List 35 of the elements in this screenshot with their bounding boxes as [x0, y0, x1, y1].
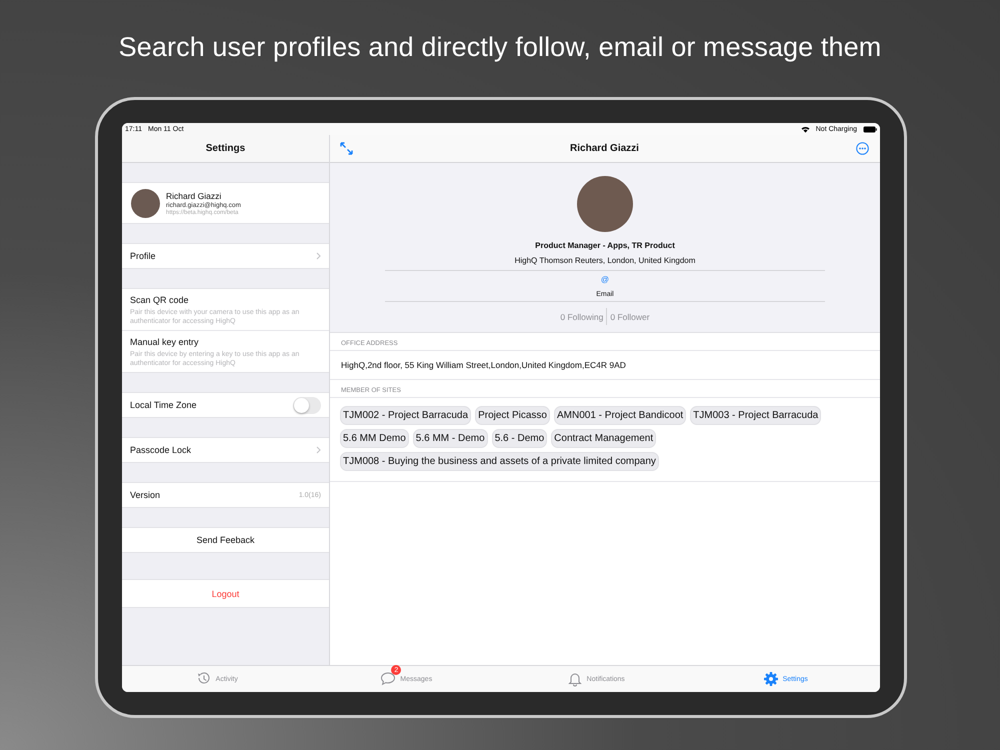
site-tag[interactable]: 5.6 MM Demo — [340, 429, 409, 448]
site-tag[interactable]: Contract Management — [551, 429, 656, 448]
chevron-right-icon — [316, 252, 321, 260]
job-title: Product Manager - Apps, TR Product — [535, 241, 675, 250]
settings-row[interactable]: Profile — [122, 244, 329, 268]
site-tag[interactable]: Project Picasso — [475, 406, 550, 425]
site-tag[interactable]: TJM008 - Buying the business and assets of a private limited company — [340, 452, 659, 471]
row-label: Scan QR code — [130, 295, 189, 305]
settings-row[interactable]: Passcode Lock — [122, 438, 329, 462]
avatar-photo — [131, 188, 160, 218]
chat-bubble-icon — [380, 671, 396, 687]
toggle-switch[interactable] — [293, 396, 321, 414]
chevron-right-icon — [316, 446, 321, 454]
more-icon[interactable] — [856, 142, 869, 155]
battery-icon — [863, 126, 877, 132]
account-name: Richard Giazzi — [166, 190, 222, 200]
row-label: Passcode Lock — [130, 445, 192, 456]
site-tag[interactable]: 5.6 - Demo — [492, 429, 548, 448]
headline: Search user profiles and directly follow, email or message them — [118, 32, 882, 63]
site-tag[interactable]: AMN001 - Project Bandicoot — [554, 406, 686, 425]
gear-icon — [762, 671, 779, 687]
row-label: Local Time Zone — [130, 400, 198, 410]
expand-icon[interactable] — [340, 142, 353, 155]
row-label: Profile — [130, 251, 157, 261]
wifi-icon — [800, 126, 810, 132]
profile-title: Richard Giazzi — [570, 143, 639, 154]
row-label: Version — [130, 490, 162, 500]
site-tag[interactable]: 5.6 MM - Demo — [412, 429, 488, 448]
bell-icon — [566, 671, 583, 687]
panel-title: Settings — [206, 143, 246, 154]
office-address: HighQ,2nd floor, 55 King William Street,London,United Kingdom,EC4R 9AD — [330, 351, 880, 380]
company-location: HighQ Thomson Reuters, London, United Kingdom — [514, 256, 696, 265]
site-tag[interactable]: TJM002 - Project Barracuda — [340, 406, 472, 425]
row-label: Manual key entry — [130, 337, 199, 348]
site-tag[interactable]: TJM003 - Project Barracuda — [690, 406, 822, 425]
